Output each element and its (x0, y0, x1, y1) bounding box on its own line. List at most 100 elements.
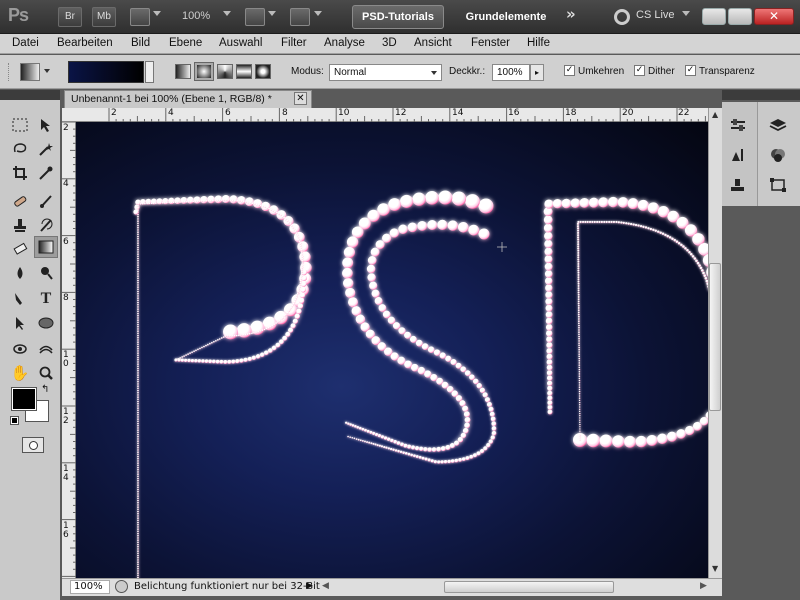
lasso-tool-icon[interactable] (8, 138, 32, 160)
clone-stamp-tool-icon[interactable] (8, 214, 32, 236)
bridge-button[interactable]: Br (58, 7, 82, 27)
letter-s-inner-bead (361, 439, 364, 442)
arrange-documents-icon[interactable] (245, 8, 265, 26)
view-extras-icon[interactable] (130, 8, 150, 26)
scroll-down-icon[interactable]: ▼ (712, 564, 718, 573)
foreground-color-swatch[interactable] (11, 387, 37, 411)
move-tool-icon[interactable] (34, 114, 58, 136)
chevron-down-icon[interactable] (314, 11, 322, 16)
healing-brush-tool-icon[interactable] (8, 190, 32, 212)
paths-icon[interactable] (766, 174, 790, 196)
deckkraft-slider-button[interactable]: ▸ (530, 64, 544, 81)
letter-p-thin-bead (137, 466, 139, 469)
tools-panel-header[interactable] (0, 90, 60, 100)
zoom-level-select[interactable]: 100% (182, 10, 210, 22)
scroll-left-icon[interactable]: ◀ (322, 581, 329, 591)
angle-gradient-icon[interactable] (217, 64, 233, 79)
minimize-button[interactable] (702, 8, 726, 25)
eraser-tool-icon[interactable] (8, 238, 32, 260)
gradient-tool-icon[interactable] (20, 63, 40, 81)
dodge-tool-icon[interactable] (34, 262, 58, 284)
menu-datei[interactable]: Datei (12, 37, 39, 49)
vertical-scroll-thumb[interactable] (709, 263, 721, 411)
ellipse-tool-icon[interactable] (34, 312, 58, 334)
menu-3d[interactable]: 3D (382, 37, 397, 49)
brush-presets-icon[interactable] (726, 144, 750, 166)
menu-analyse[interactable]: Analyse (324, 37, 365, 49)
hand-tool-icon[interactable]: ✋ (8, 362, 32, 384)
restore-button[interactable] (728, 8, 752, 25)
linear-gradient-icon[interactable] (175, 64, 191, 79)
default-colors-icon[interactable] (10, 416, 19, 425)
menu-auswahl[interactable]: Auswahl (219, 37, 262, 49)
more-workspaces-icon[interactable]: » (566, 5, 576, 23)
menu-bearbeiten[interactable]: Bearbeiten (57, 37, 113, 49)
letter-p-thin-bead (163, 201, 166, 204)
close-document-icon[interactable]: ✕ (294, 92, 307, 105)
history-brush-tool-icon[interactable] (34, 214, 58, 236)
3d-orbit-tool-icon[interactable] (34, 338, 58, 360)
workspace-psd-tutorials-button[interactable]: PSD-Tutorials (352, 5, 444, 29)
screen-mode-icon[interactable] (290, 8, 310, 26)
document-canvas[interactable] (76, 122, 708, 578)
blur-tool-icon[interactable] (8, 262, 32, 284)
workspace-grundelemente-button[interactable]: Grundelemente (452, 5, 560, 29)
eyedropper-tool-icon[interactable] (34, 162, 58, 184)
letter-s-main-bead (344, 421, 348, 425)
scroll-right-icon[interactable]: ▶ (700, 581, 707, 591)
chevron-down-icon[interactable] (223, 11, 231, 16)
horizontal-scroll-thumb[interactable] (444, 581, 614, 593)
transparenz-label: Transparenz (699, 66, 755, 77)
menu-fenster[interactable]: Fenster (471, 37, 510, 49)
diamond-gradient-icon[interactable] (255, 64, 271, 79)
pen-tool-icon[interactable] (8, 288, 32, 310)
status-menu-arrow-icon[interactable]: ▶ (306, 581, 313, 591)
zoom-tool-icon[interactable] (34, 362, 58, 384)
chevron-down-icon[interactable] (44, 69, 50, 73)
transparenz-checkbox[interactable]: ✓ (685, 65, 696, 76)
gradient-preview[interactable] (68, 61, 144, 83)
letter-s-inner-bead (378, 304, 387, 312)
type-tool-icon[interactable]: T (34, 288, 58, 310)
magic-wand-tool-icon[interactable] (34, 138, 58, 160)
document-tab[interactable]: Unbenannt-1 bei 100% (Ebene 1, RGB/8) * (64, 90, 312, 108)
gradient-tool-button[interactable] (34, 236, 58, 258)
close-window-button[interactable]: ✕ (754, 8, 794, 25)
brush-tool-icon[interactable] (34, 190, 58, 212)
dither-checkbox[interactable]: ✓ (634, 65, 645, 76)
chevron-down-icon[interactable] (682, 11, 690, 16)
cs-live-icon[interactable] (614, 9, 630, 25)
path-selection-tool-icon[interactable] (8, 312, 32, 334)
umkehren-checkbox[interactable]: ✓ (564, 65, 575, 76)
cs-live-button[interactable]: CS Live (636, 9, 675, 21)
marquee-tool-icon[interactable] (8, 114, 32, 136)
channels-icon[interactable] (766, 144, 790, 166)
menu-ansicht[interactable]: Ansicht (414, 37, 452, 49)
swap-colors-icon[interactable]: ↰ (41, 384, 49, 395)
menu-filter[interactable]: Filter (281, 37, 307, 49)
deckkraft-input[interactable]: 100% (492, 64, 530, 81)
menu-bild[interactable]: Bild (131, 37, 150, 49)
clone-source-icon[interactable] (726, 174, 750, 196)
chevron-down-icon[interactable] (268, 11, 276, 16)
status-zoom-field[interactable]: 100% (70, 580, 110, 594)
options-grip[interactable] (8, 63, 12, 81)
crop-tool-icon[interactable] (8, 162, 32, 184)
adjustments-icon[interactable] (726, 114, 750, 136)
3d-rotate-tool-icon[interactable] (8, 338, 32, 360)
modus-select[interactable]: Normal (329, 64, 442, 81)
letter-p-thin-bead (137, 572, 139, 575)
mini-bridge-button[interactable]: Mb (92, 7, 116, 27)
gradient-picker-button[interactable] (145, 61, 154, 83)
scroll-up-icon[interactable]: ▲ (712, 110, 718, 119)
right-panel-header[interactable] (722, 90, 800, 100)
reflected-gradient-icon[interactable] (236, 64, 252, 79)
menu-ebene[interactable]: Ebene (169, 37, 202, 49)
chevron-down-icon[interactable] (153, 11, 161, 16)
quick-mask-button[interactable] (22, 437, 44, 453)
menu-hilfe[interactable]: Hilfe (527, 37, 550, 49)
radial-gradient-button[interactable] (194, 62, 214, 81)
layers-icon[interactable] (766, 114, 790, 136)
status-info-icon[interactable] (115, 580, 128, 593)
letter-p-thin-bead (181, 201, 184, 203)
